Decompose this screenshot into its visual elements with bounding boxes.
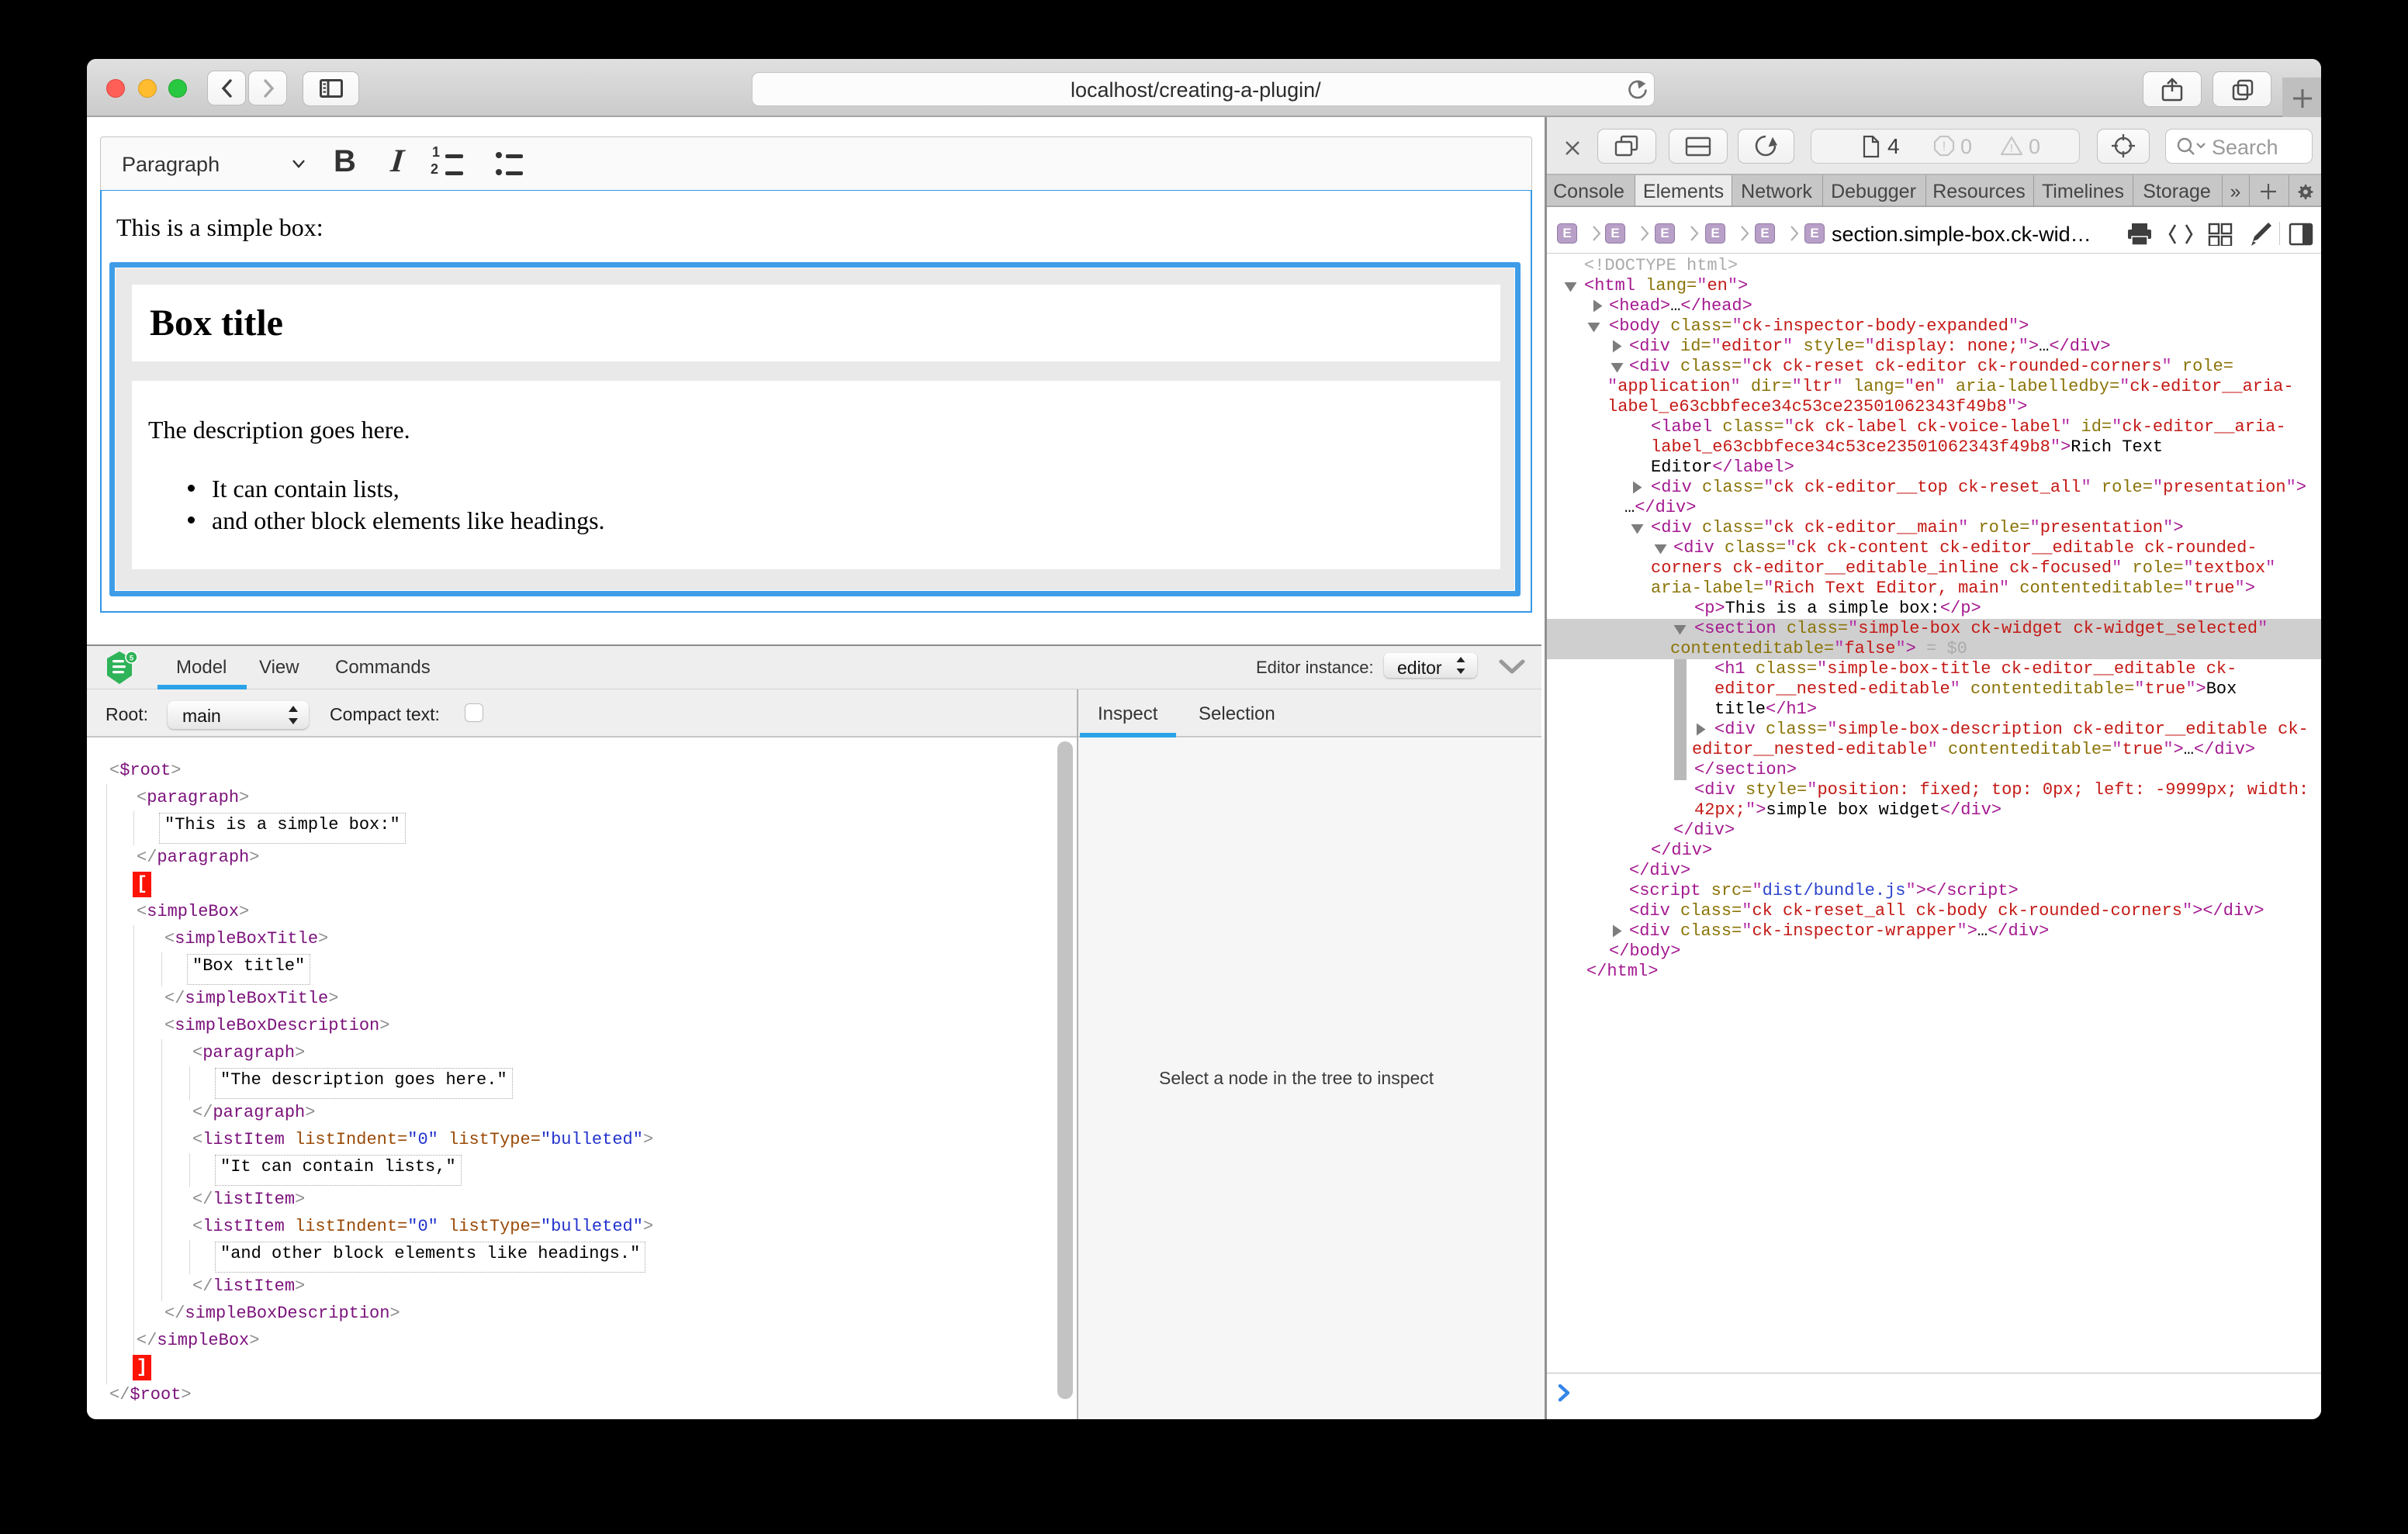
- svg-text:5: 5: [130, 655, 134, 663]
- svg-text:!: !: [1943, 139, 1946, 154]
- svg-text:!: !: [2010, 142, 2013, 155]
